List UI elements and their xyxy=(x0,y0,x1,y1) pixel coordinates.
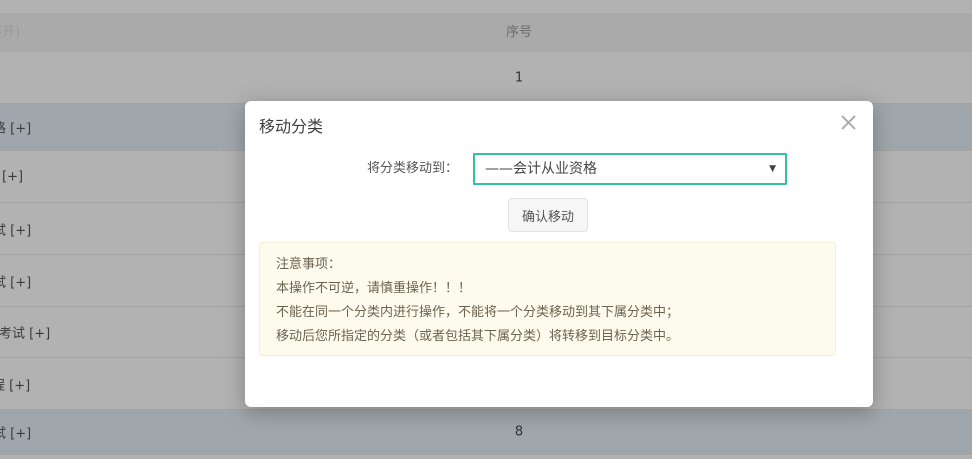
target-category-select[interactable]: ——会计从业资格 ▼ xyxy=(473,153,787,185)
notice-box: 注意事项： 本操作不可逆，请慎重操作！！！ 不能在同一个分类内进行操作，不能将一… xyxy=(259,242,836,356)
notice-line: 注意事项： xyxy=(276,257,342,272)
close-icon[interactable] xyxy=(840,114,857,131)
move-category-dialog: 移动分类 将分类移动到： ——会计从业资格 ▼ 确认移动 注意事项： 本操作不可… xyxy=(245,101,873,407)
notice-line: 不能在同一个分类内进行操作，不能将一个分类移动到其下属分类中； xyxy=(276,305,680,320)
confirm-move-button[interactable]: 确认移动 xyxy=(508,198,588,232)
move-target-label: 将分类移动到： xyxy=(366,161,458,176)
notice-line: 移动后您所指定的分类（或者包括其下属分类）将转移到目标分类中。 xyxy=(276,329,680,344)
select-value: ——会计从业资格 xyxy=(485,161,597,177)
chevron-down-icon: ▼ xyxy=(769,164,776,174)
notice-line: 本操作不可逆，请慎重操作！！！ xyxy=(276,281,472,296)
dialog-title: 移动分类 xyxy=(259,117,324,136)
